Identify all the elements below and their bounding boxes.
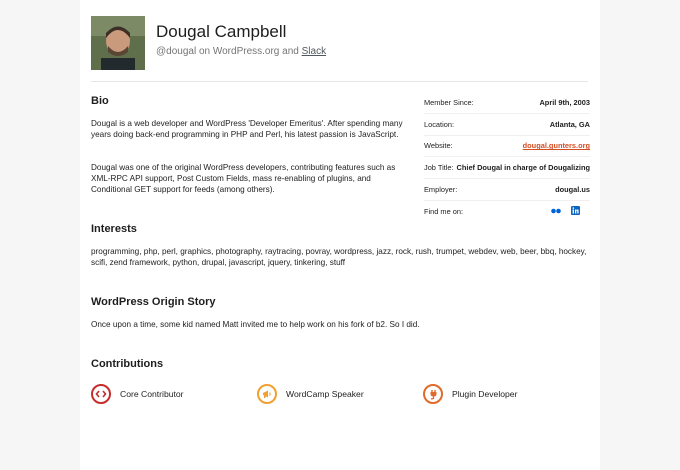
- meta-label: Member Since:: [424, 97, 474, 107]
- meta-find-me: Find me on:: [424, 201, 590, 222]
- social-icons: [551, 205, 580, 217]
- meta-value: Atlanta, GA: [549, 119, 590, 129]
- meta-value: Chief Dougal in charge of Dougalizing: [456, 163, 590, 173]
- profile-meta: Member Since: April 9th, 2003 Location: …: [424, 92, 590, 222]
- avatar[interactable]: [91, 16, 145, 70]
- interests-text: programming, php, perl, graphics, photog…: [91, 247, 587, 267]
- meta-value: dougal.us: [555, 185, 590, 195]
- meta-label: Find me on:: [424, 206, 464, 216]
- meta-label: Website:: [424, 141, 453, 151]
- interests-heading: Interests: [91, 223, 137, 235]
- bio-heading: Bio: [91, 95, 109, 107]
- contribution-label: Plugin Developer: [452, 389, 518, 399]
- meta-location: Location: Atlanta, GA: [424, 114, 590, 136]
- meta-label: Location:: [424, 119, 454, 129]
- profile-handle: @dougal on WordPress.org and Slack: [156, 46, 326, 57]
- bio-paragraph-2: Dougal was one of the original WordPress…: [91, 163, 396, 194]
- linkedin-icon[interactable]: [571, 205, 580, 217]
- meta-website: Website: dougal.gunters.org: [424, 136, 590, 158]
- handle-text: @dougal on WordPress.org and: [156, 46, 302, 57]
- bio-paragraph-1: Dougal is a web developer and WordPress …: [91, 119, 403, 139]
- meta-label: Job Title:: [424, 163, 454, 173]
- megaphone-icon: [257, 384, 277, 404]
- contribution-wordcamp: WordCamp Speaker: [257, 384, 364, 404]
- plugin-icon: [423, 384, 443, 404]
- contribution-plugin: Plugin Developer: [423, 384, 517, 404]
- meta-label: Employer:: [424, 185, 458, 195]
- origin-heading: WordPress Origin Story: [91, 296, 216, 308]
- origin-text: Once upon a time, some kid named Matt in…: [91, 320, 420, 329]
- meta-employer: Employer: dougal.us: [424, 179, 590, 201]
- meta-member-since: Member Since: April 9th, 2003: [424, 92, 590, 114]
- flickr-icon[interactable]: [551, 207, 561, 216]
- code-icon: [91, 384, 111, 404]
- profile-name: Dougal Campbell: [156, 22, 287, 41]
- profile-card: Dougal Campbell @dougal on WordPress.org…: [80, 0, 600, 470]
- contributions-heading: Contributions: [91, 358, 164, 370]
- contribution-label: WordCamp Speaker: [286, 389, 364, 399]
- website-link[interactable]: dougal.gunters.org: [523, 141, 590, 150]
- contribution-label: Core Contributor: [120, 389, 184, 399]
- contribution-core: Core Contributor: [91, 384, 184, 404]
- meta-job-title: Job Title: Chief Dougal in charge of Dou…: [424, 157, 590, 180]
- slack-link[interactable]: Slack: [302, 46, 326, 57]
- meta-value: April 9th, 2003: [539, 97, 590, 107]
- header-divider: [91, 81, 588, 82]
